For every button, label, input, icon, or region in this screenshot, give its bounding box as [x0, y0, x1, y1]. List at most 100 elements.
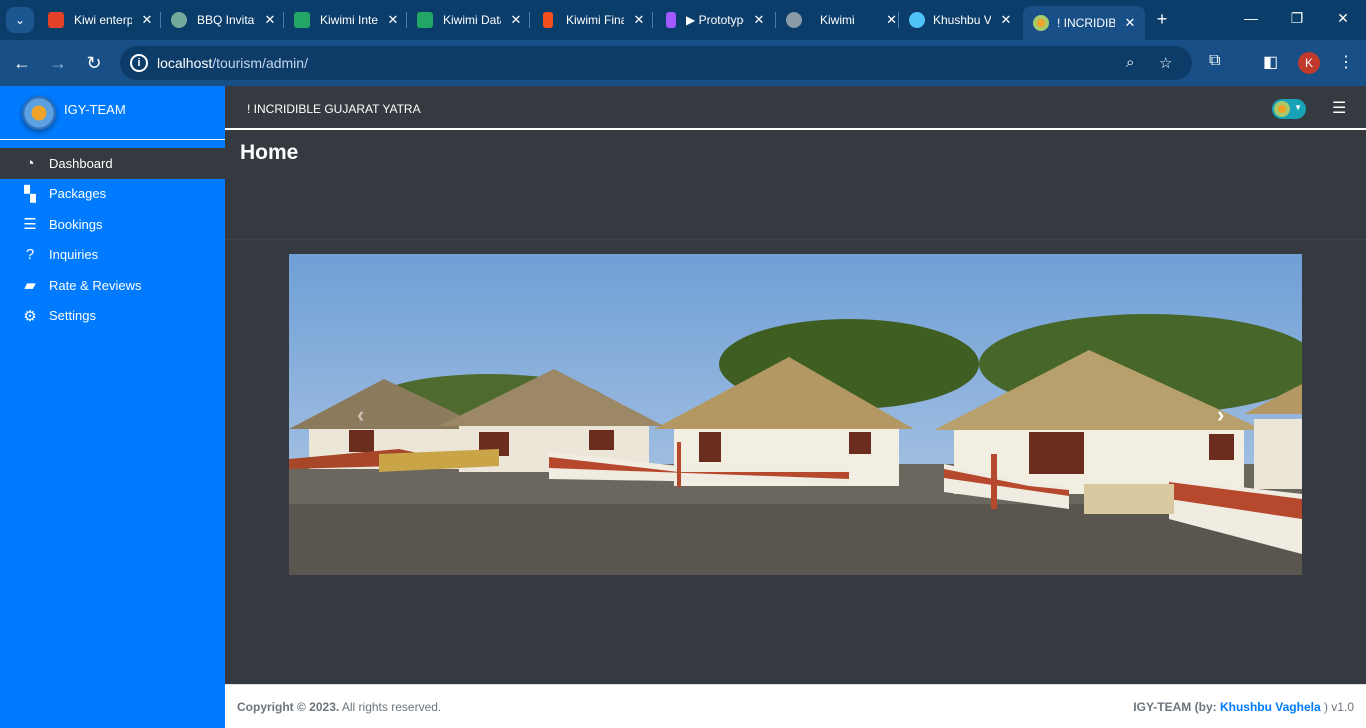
brand-link[interactable]: IGY-TEAM — [0, 86, 225, 140]
sidebar-item-rate-reviews[interactable]: ▰ Rate & Reviews — [0, 270, 225, 301]
window-close-button[interactable]: ✕ — [1328, 10, 1358, 27]
browser-tab[interactable]: Kiwimi ✕ — [776, 6, 898, 34]
close-icon[interactable]: ✕ — [263, 12, 277, 28]
sidebar: IGY-TEAM ◔ Dashboard ▚ Packages ☰ Bookin… — [0, 86, 225, 728]
sheets-icon — [294, 12, 310, 28]
top-navbar: ! INCRIDIBLE GUJARAT YATRA ▼ ☰ — [225, 86, 1366, 130]
brand-text: IGY-TEAM — [64, 102, 126, 117]
site-logo-icon — [1033, 15, 1049, 31]
figma-icon — [666, 12, 676, 28]
gears-icon: ⚙ — [23, 307, 37, 325]
close-icon[interactable]: ✕ — [999, 12, 1013, 28]
author-link[interactable]: Khushbu Vaghela — [1220, 700, 1321, 714]
sidebar-item-settings[interactable]: ⚙ Settings — [0, 301, 225, 332]
url-path: /tourism/admin/ — [212, 55, 308, 71]
url-host: localhost — [157, 55, 213, 71]
carousel-prev-icon[interactable]: ‹ — [357, 402, 364, 428]
tab-title: Kiwimi — [820, 13, 855, 27]
browser-tab[interactable]: Kiwimi Final ✕ — [530, 6, 652, 34]
profile-avatar[interactable]: K — [1298, 52, 1320, 74]
sidebar-item-label: Inquiries — [49, 247, 99, 263]
caret-down-icon: ▼ — [1294, 103, 1302, 112]
page-title: Home — [240, 141, 299, 164]
browser-tab[interactable]: ▶ Prototype ✕ — [653, 6, 775, 34]
comment-icon: ▰ — [24, 277, 36, 295]
dashboard-icon: ◔ — [25, 154, 35, 172]
content-header: Home — [225, 130, 1366, 240]
side-panel-icon[interactable]: ◧ — [1263, 52, 1278, 72]
browser-tab-strip: ⌄ Kiwi enterprise ✕ BBQ Invitation ✕ Kiw… — [0, 0, 1366, 40]
tab-title: ! INCRIDIBLE — [1057, 16, 1115, 30]
sidebar-item-label: Dashboard — [49, 155, 113, 171]
user-avatar — [1274, 101, 1290, 117]
reload-button[interactable]: ↻ — [82, 52, 106, 74]
browser-tab[interactable]: BBQ Invitation ✕ — [161, 6, 283, 34]
sidebar-item-label: Rate & Reviews — [49, 277, 142, 293]
tab-search-button[interactable]: ⌄ — [6, 7, 34, 33]
sheets-icon — [417, 12, 433, 28]
image-carousel: ‹ › — [289, 254, 1302, 575]
close-icon[interactable]: ✕ — [140, 12, 154, 28]
footer: Copyright © 2023. All rights reserved. I… — [225, 684, 1366, 728]
forward-button[interactable]: → — [46, 52, 70, 74]
browser-tab[interactable]: Kiwimi Data ✕ — [407, 6, 529, 34]
browser-tab[interactable]: Khushbu Vaghela ✕ — [899, 6, 1021, 34]
user-menu-toggle[interactable]: ▼ — [1272, 99, 1306, 119]
team-credit: IGY-TEAM (by: — [1133, 700, 1220, 714]
url-text[interactable]: localhost/tourism/admin/ — [157, 55, 308, 71]
tab-title: Kiwi enterprise — [74, 13, 132, 27]
sidebar-item-label: Packages — [49, 186, 107, 202]
gitlab-icon — [48, 12, 64, 28]
site-title: ! INCRIDIBLE GUJARAT YATRA — [247, 102, 421, 116]
tab-title: Khushbu Vaghela — [933, 13, 991, 27]
version-number: ) v1.0 — [1320, 700, 1354, 714]
sidebar-item-label: Settings — [49, 308, 96, 324]
close-icon[interactable]: ✕ — [509, 12, 523, 28]
copyright-year: Copyright © 2023. — [237, 700, 340, 714]
browser-toolbar: ← → ↻ i localhost/tourism/admin/ ⌕ ☆ ⧉ ◧… — [0, 40, 1366, 86]
brand-logo — [22, 96, 56, 130]
map-icon: ▚ — [24, 185, 36, 203]
new-tab-button[interactable]: + — [1152, 9, 1172, 30]
back-button[interactable]: ← — [10, 52, 34, 74]
figma-icon — [543, 12, 553, 28]
close-icon[interactable]: ✕ — [885, 12, 898, 28]
site-info-icon[interactable]: i — [130, 54, 148, 72]
globe-icon — [786, 12, 802, 28]
tab-title: Kiwimi Final — [566, 13, 624, 27]
sidebar-item-bookings[interactable]: ☰ Bookings — [0, 209, 225, 240]
tab-title: ▶ Prototype — [686, 13, 744, 27]
carousel-next-icon[interactable]: › — [1217, 402, 1224, 428]
minimize-button[interactable]: — — [1236, 10, 1266, 26]
address-bar[interactable]: i localhost/tourism/admin/ ⌕ ☆ — [120, 46, 1192, 80]
cloud-icon — [909, 12, 925, 28]
question-icon: ? — [25, 246, 35, 264]
sidebar-item-dashboard[interactable]: ◔ Dashboard — [0, 148, 225, 179]
sidebar-nav: ◔ Dashboard ▚ Packages ☰ Bookings ? Inqu… — [0, 148, 225, 331]
extensions-icon[interactable]: ⧉ — [1209, 52, 1220, 70]
sidebar-item-label: Bookings — [49, 216, 103, 232]
rights-text: All rights reserved. — [339, 700, 442, 714]
browser-tab[interactable]: Kiwimi Internal ✕ — [284, 6, 406, 34]
browser-menu-icon[interactable]: ⋮ — [1338, 52, 1354, 72]
bookmark-star-icon[interactable]: ☆ — [1159, 54, 1172, 72]
browser-tab[interactable]: Kiwi enterprise ✕ — [38, 6, 160, 34]
tab-title: Kiwimi Data — [443, 13, 501, 27]
tab-title: BBQ Invitation — [197, 13, 255, 27]
zoom-icon[interactable]: ⌕ — [1126, 54, 1134, 71]
tab-title: Kiwimi Internal — [320, 13, 378, 27]
sidebar-item-packages[interactable]: ▚ Packages — [0, 179, 225, 210]
chatgpt-icon — [171, 12, 187, 28]
carousel-image — [289, 254, 1302, 575]
browser-tab-active[interactable]: ! INCRIDIBLE ✕ — [1023, 6, 1145, 40]
copyright-text: Copyright © 2023. All rights reserved. — [237, 700, 441, 714]
close-icon[interactable]: ✕ — [386, 12, 400, 28]
hamburger-menu-icon[interactable]: ☰ — [1332, 98, 1346, 118]
close-icon[interactable]: ✕ — [1123, 15, 1137, 31]
version-text: IGY-TEAM (by: Khushbu Vaghela ) v1.0 — [1133, 700, 1354, 714]
maximize-button[interactable]: ❐ — [1282, 10, 1312, 27]
list-icon: ☰ — [23, 216, 37, 234]
close-icon[interactable]: ✕ — [632, 12, 646, 28]
close-icon[interactable]: ✕ — [752, 12, 766, 28]
sidebar-item-inquiries[interactable]: ? Inquiries — [0, 240, 225, 271]
